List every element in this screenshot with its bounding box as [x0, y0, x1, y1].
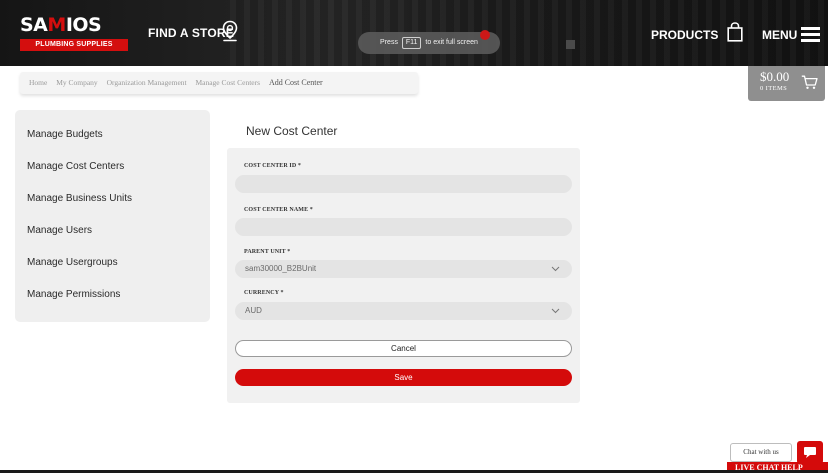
site-header: SAMIOS PLUMBING SUPPLIES FIND A STORE Pr… [0, 0, 828, 66]
breadcrumb-my-company[interactable]: My Company [56, 78, 97, 87]
breadcrumb-add-cost-center: Add Cost Center [268, 78, 323, 87]
products-link[interactable]: PRODUCTS [651, 28, 718, 42]
account-sidebar: Manage Budgets Manage Cost Centers Manag… [15, 110, 210, 322]
cost-center-name-input[interactable] [235, 218, 572, 236]
chat-icon [804, 447, 816, 458]
currency-label: CURRENCY * [244, 290, 284, 296]
breadcrumb-manage-cost-centers[interactable]: Manage Cost Centers [195, 78, 260, 87]
chat-button[interactable] [797, 441, 823, 464]
breadcrumb: Home My Company Organization Management … [20, 72, 418, 94]
page-title: New Cost Center [246, 124, 338, 138]
header-decor-square [566, 40, 575, 49]
save-button[interactable]: Save [235, 369, 572, 386]
sidebar-item-manage-users[interactable]: Manage Users [15, 223, 210, 255]
currency-value: AUD [245, 306, 262, 315]
currency-select[interactable]: AUD [235, 302, 572, 320]
cost-center-name-label: COST CENTER NAME * [244, 207, 313, 213]
mini-cart[interactable]: $0.00 0 ITEMS [748, 66, 825, 101]
shopping-bag-icon[interactable] [727, 22, 743, 42]
breadcrumb-home[interactable]: Home [29, 78, 47, 87]
sidebar-item-manage-cost-centers[interactable]: Manage Cost Centers [15, 159, 210, 191]
breadcrumb-organization-management[interactable]: Organization Management [107, 78, 187, 87]
cost-center-id-input[interactable] [235, 175, 572, 193]
parent-unit-label: PARENT UNIT * [244, 249, 291, 255]
cart-icon [801, 75, 818, 89]
location-pin-icon[interactable] [221, 20, 239, 42]
hamburger-menu-icon[interactable] [801, 27, 820, 42]
parent-unit-value: sam30000_B2BUnit [245, 264, 317, 273]
chevron-down-icon [551, 308, 560, 314]
menu-label[interactable]: MENU [762, 28, 797, 42]
cost-center-form: COST CENTER ID * COST CENTER NAME * PARE… [227, 148, 580, 403]
parent-unit-select[interactable]: sam30000_B2BUnit [235, 260, 572, 278]
chat-with-us-bubble[interactable]: Chat with us [730, 443, 792, 462]
logo-tagline: PLUMBING SUPPLIES [20, 39, 128, 51]
fullscreen-notice: Press F11 to exit full screen [358, 32, 500, 54]
cancel-button[interactable]: Cancel [235, 340, 572, 357]
sidebar-item-manage-business-units[interactable]: Manage Business Units [15, 191, 210, 223]
samios-logo[interactable]: SAMIOS PLUMBING SUPPLIES [20, 14, 128, 54]
cart-item-count: 0 ITEMS [760, 85, 788, 92]
cost-center-id-label: COST CENTER ID * [244, 163, 302, 169]
cart-amount: $0.00 [760, 69, 790, 84]
logo-wordmark: SAMIOS [20, 14, 102, 36]
fullscreen-dot [480, 30, 490, 40]
sidebar-item-manage-budgets[interactable]: Manage Budgets [15, 127, 210, 159]
sidebar-item-manage-permissions[interactable]: Manage Permissions [15, 287, 210, 319]
sidebar-item-manage-usergroups[interactable]: Manage Usergroups [15, 255, 210, 287]
chevron-down-icon [551, 266, 560, 272]
